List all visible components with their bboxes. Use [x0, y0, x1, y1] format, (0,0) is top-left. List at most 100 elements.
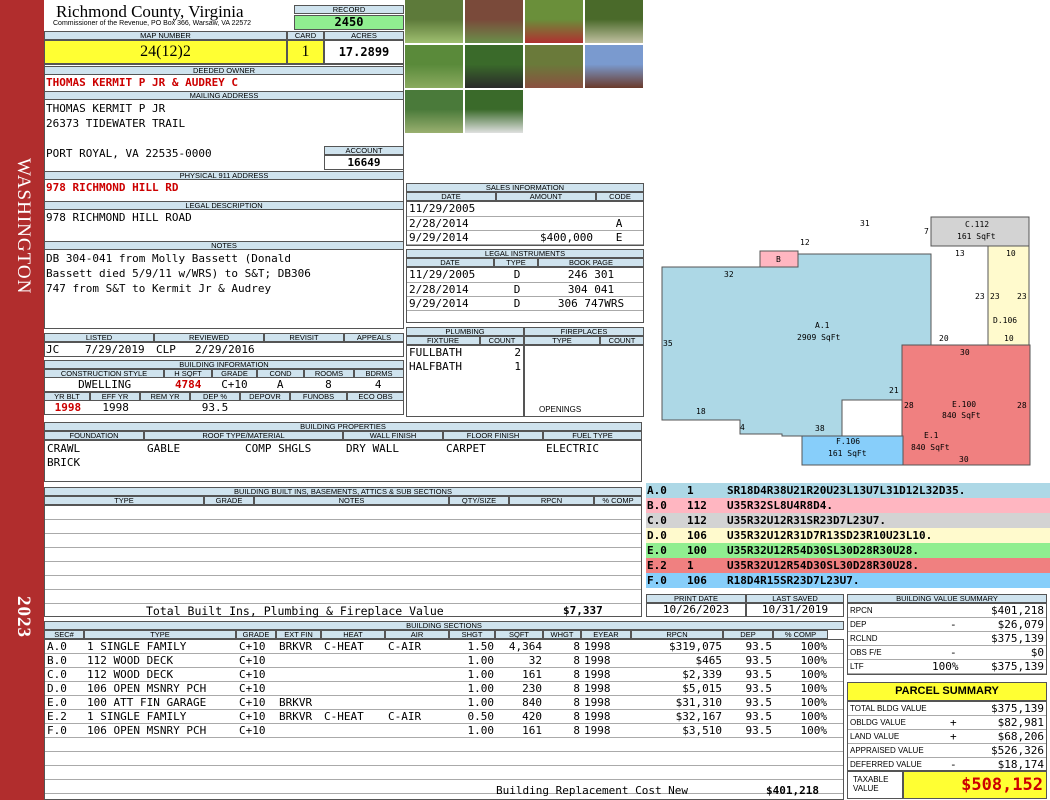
summary-pct [930, 744, 948, 757]
table-row: E.0 100 ATT FIN GARAGE C+10 BRKVR 1.00 840 8 19… [45, 696, 843, 710]
roof-type: GABLE [147, 442, 181, 455]
section-header-cell: SQFT [495, 630, 543, 639]
section-cell: C-HEAT [324, 640, 364, 653]
side-bar: WASHINGTON 2023 [0, 0, 44, 800]
wall-finish: DRY WALL [346, 442, 399, 455]
section-cell: 1998 [584, 724, 611, 737]
record-label: RECORD [294, 5, 404, 14]
property-photo[interactable] [465, 45, 523, 88]
map-label: MAP NUMBER [44, 31, 287, 40]
sale-code [595, 202, 643, 217]
listed-date: 7/29/2019 [85, 343, 145, 356]
summary-label: DEFERRED VALUE [850, 760, 922, 769]
taxable-value: $508,152 [903, 771, 1047, 799]
inst-h-type: TYPE [494, 258, 538, 267]
label-e1: E.1 [924, 431, 939, 440]
physical-address-label: PHYSICAL 911 ADDRESS [44, 171, 404, 180]
inst-type: D [495, 282, 539, 297]
section-cell: C+10 [239, 668, 266, 681]
sales-label: SALES INFORMATION [406, 183, 644, 192]
table-row [45, 534, 641, 548]
section-cell: 93.5 [745, 710, 773, 723]
instruments-table: 11/29/2005 D 246 301 2/28/2014 D 304 041 9/2… [406, 267, 644, 323]
plumbing-label: PLUMBING [406, 327, 524, 336]
listed-by: JC [46, 343, 60, 356]
section-cell: 93.5 [745, 724, 773, 737]
section-cell: 420 [522, 710, 542, 723]
roof-material: COMP SHGLS [245, 442, 312, 455]
section-cell [386, 696, 450, 709]
prop-h-floor: FLOOR FINISH [443, 431, 543, 440]
bi-h-rooms: ROOMS [304, 369, 354, 378]
property-photo[interactable] [585, 45, 643, 88]
summary-label: OBLDG VALUE [850, 718, 906, 727]
property-photo[interactable] [405, 90, 463, 133]
card-label: CARD [287, 31, 324, 40]
section-cell: 1.00 [467, 724, 495, 737]
card-number: 1 [287, 40, 324, 64]
section-cell: C-AIR [388, 710, 422, 723]
mailing-line-1: THOMAS KERMIT P JR [46, 102, 166, 115]
section-cell: 1998 [584, 640, 611, 653]
section-cell [386, 654, 450, 667]
section-cell: 93.5 [745, 668, 773, 681]
summary-row: RPCN $401,218 [848, 604, 1046, 618]
section-cell: 100% [800, 710, 828, 723]
bi-ecoobs [346, 401, 403, 414]
section-header-cell: HEAT [321, 630, 385, 639]
section-cell: 100 ATT FIN GARAGE [87, 696, 207, 709]
section-cell: 8 [573, 654, 580, 667]
deeded-owner: THOMAS KERMIT P JR & AUDREY C [46, 76, 239, 89]
commissioner: Commissioner of the Revenue, PO Box 366,… [53, 20, 252, 27]
replacement-cost: $401,218 [766, 784, 819, 797]
property-photo[interactable] [525, 45, 583, 88]
table-row: 11/29/2005 D 246 301 [407, 268, 643, 283]
summary-label: APPRAISED VALUE [850, 746, 924, 755]
section-cell: 93.5 [745, 696, 773, 709]
section-header-cell: SEC# [44, 630, 84, 639]
section-cell: C+10 [239, 654, 266, 667]
section-cell [277, 654, 322, 667]
summary-value: $82,981 [997, 716, 1044, 729]
bi-depovr [240, 401, 290, 414]
vector-id: B.0 [647, 499, 667, 512]
dim-23c: 23 [1017, 292, 1027, 301]
property-photo[interactable] [405, 0, 463, 43]
record-number: 2450 [294, 15, 404, 30]
vector-id: C.0 [647, 514, 667, 527]
vector-row: E.0 100 U35R32U12R54D30SL30D28R30U28. [646, 543, 1050, 558]
property-photo[interactable] [465, 0, 523, 43]
section-cell: 1998 [584, 668, 611, 681]
table-row: 2/28/2014 D 304 041 [407, 282, 643, 297]
table-row [45, 520, 641, 534]
bu-h-grade: GRADE [204, 496, 254, 505]
dim-21: 21 [889, 386, 899, 395]
fixture: HALFBATH [409, 360, 462, 373]
notes-line-1: DB 304-041 from Molly Bassett (Donald [46, 252, 292, 265]
section-cell: 100% [800, 724, 828, 737]
sale-code: E [595, 230, 643, 245]
dim-20: 20 [939, 334, 949, 343]
section-cell: 100% [800, 696, 828, 709]
property-photo[interactable] [585, 0, 643, 43]
summary-value: $401,218 [991, 604, 1044, 617]
summary-row: DEP - $26,079 [848, 618, 1046, 632]
property-photo[interactable] [405, 45, 463, 88]
label-f-sqft: 161 SqFt [828, 449, 867, 458]
inst-date: 9/29/2014 [407, 296, 495, 311]
summary-label: TOTAL BLDG VALUE [850, 704, 927, 713]
fixture-count: 2 [514, 346, 521, 359]
property-photo[interactable] [465, 90, 523, 133]
summary-value: $375,139 [991, 702, 1044, 715]
sale-amount [497, 202, 595, 217]
vector-id: E.2 [647, 559, 667, 572]
table-row: D.0 106 OPEN MSNRY PCH C+10 1.00 230 8 1998 $5,… [45, 682, 843, 696]
summary-pct [930, 758, 948, 771]
property-photo[interactable] [525, 0, 583, 43]
section-cell: E.0 [47, 696, 67, 709]
reviewed-date: 2/29/2016 [195, 343, 255, 356]
section-cell: 161 [522, 724, 542, 737]
plumb-h-count: COUNT [480, 336, 524, 345]
prop-h-foundation: FOUNDATION [44, 431, 144, 440]
dim-31: 31 [860, 219, 870, 228]
